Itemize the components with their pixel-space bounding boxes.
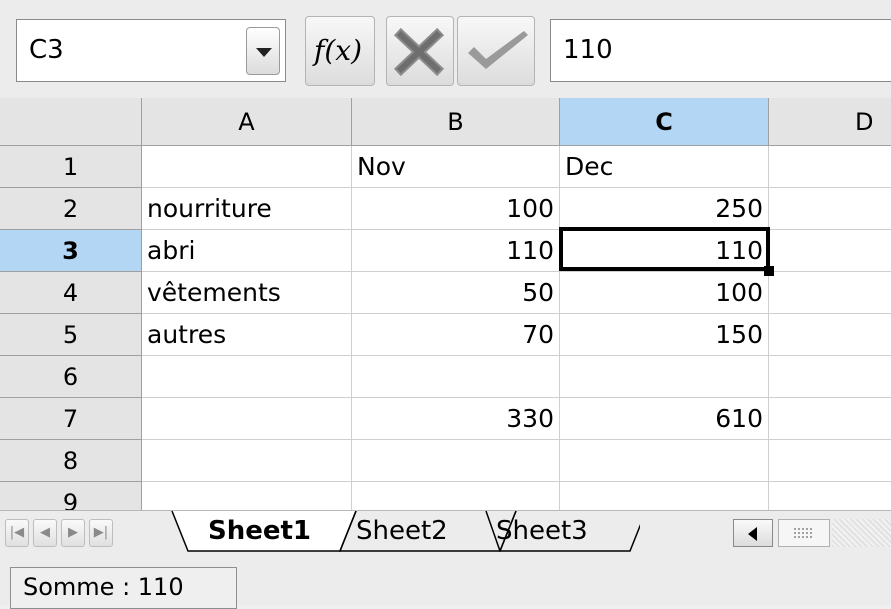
name-box[interactable]: C3 [16, 19, 286, 82]
sheet-tab-2[interactable]: Sheet2 [356, 513, 448, 551]
cell-b2[interactable]: 100 [352, 188, 560, 230]
row-header-4[interactable]: 4 [0, 272, 142, 314]
function-wizard-button[interactable]: f(x) [305, 16, 375, 86]
close-icon [393, 27, 445, 77]
check-icon [468, 31, 528, 69]
row-header-9[interactable]: 9 [0, 482, 142, 510]
column-header-a[interactable]: A [142, 98, 352, 146]
status-bar: Somme : 110 [0, 555, 891, 609]
cell-d5[interactable] [769, 314, 891, 356]
cell-a5[interactable]: autres [142, 314, 352, 356]
formula-toolbar: C3 f(x) 110 [0, 0, 891, 98]
formula-input[interactable]: 110 [550, 19, 891, 82]
sheet-tabs: Sheet1 Sheet2 Sheet3 [170, 511, 640, 556]
cell-d1[interactable] [769, 146, 891, 188]
column-header-b[interactable]: B [352, 98, 560, 146]
previous-sheet-icon: ◀ [40, 525, 50, 540]
next-sheet-button[interactable]: ▶ [61, 519, 85, 547]
row-header-1[interactable]: 1 [0, 146, 142, 188]
cell-c7[interactable]: 610 [560, 398, 769, 440]
cell-b4[interactable]: 50 [352, 272, 560, 314]
sheet-tab-bar: |◀ ◀ ▶ ▶| Sheet1 Sheet2 Sheet3 [0, 510, 891, 555]
cell-b5[interactable]: 70 [352, 314, 560, 356]
row-header-2[interactable]: 2 [0, 188, 142, 230]
cell-d6[interactable] [769, 356, 891, 398]
chevron-down-icon [256, 48, 272, 57]
cell-c9[interactable] [560, 482, 769, 510]
horizontal-scroll-thumb[interactable] [778, 519, 830, 547]
scroll-left-button[interactable] [733, 519, 773, 547]
next-sheet-icon: ▶ [68, 525, 78, 540]
cell-b3[interactable]: 110 [352, 230, 560, 272]
last-sheet-button[interactable]: ▶| [89, 519, 113, 547]
cell-a7[interactable] [142, 398, 352, 440]
cell-d2[interactable] [769, 188, 891, 230]
cell-d4[interactable] [769, 272, 891, 314]
cell-c5[interactable]: 150 [560, 314, 769, 356]
cell-b8[interactable] [352, 440, 560, 482]
horizontal-scroll-track[interactable] [832, 519, 891, 547]
previous-sheet-button[interactable]: ◀ [33, 519, 57, 547]
last-sheet-icon: ▶| [93, 525, 109, 540]
cell-c3[interactable]: 110 [560, 230, 769, 272]
cell-a2[interactable]: nourriture [142, 188, 352, 230]
cell-b6[interactable] [352, 356, 560, 398]
function-icon: f(x) [314, 34, 363, 67]
cell-b9[interactable] [352, 482, 560, 510]
row-header-5[interactable]: 5 [0, 314, 142, 356]
cell-c6[interactable] [560, 356, 769, 398]
fill-handle[interactable] [764, 266, 774, 276]
first-sheet-button[interactable]: |◀ [5, 519, 29, 547]
cell-d9[interactable] [769, 482, 891, 510]
cell-a9[interactable] [142, 482, 352, 510]
formula-input-value: 110 [563, 35, 613, 65]
grip-icon [793, 527, 813, 539]
cell-a4[interactable]: vêtements [142, 272, 352, 314]
cell-c8[interactable] [560, 440, 769, 482]
select-all-corner[interactable] [0, 98, 142, 146]
cell-b1[interactable]: Nov [352, 146, 560, 188]
cancel-button[interactable] [386, 16, 454, 86]
cell-a6[interactable] [142, 356, 352, 398]
name-box-value: C3 [29, 35, 64, 65]
column-header-d[interactable]: D [769, 98, 891, 146]
sheet-tab-3[interactable]: Sheet3 [496, 513, 588, 551]
spreadsheet-grid: A B C D 1 2 3 4 5 6 7 8 9 Nov Dec nourri… [0, 98, 891, 510]
cell-a8[interactable] [142, 440, 352, 482]
column-header-c[interactable]: C [560, 98, 769, 146]
cell-d8[interactable] [769, 440, 891, 482]
cell-c4[interactable]: 100 [560, 272, 769, 314]
sum-status-field[interactable]: Somme : 110 [10, 567, 237, 609]
row-header-3[interactable]: 3 [0, 230, 142, 272]
arrow-left-icon [748, 527, 757, 541]
sheet-tab-1[interactable]: Sheet1 [208, 513, 311, 551]
cell-a3[interactable]: abri [142, 230, 352, 272]
cell-b7[interactable]: 330 [352, 398, 560, 440]
name-box-dropdown-button[interactable] [246, 27, 280, 75]
cell-c2[interactable]: 250 [560, 188, 769, 230]
cell-a1[interactable] [142, 146, 352, 188]
cell-d3[interactable] [769, 230, 891, 272]
cell-c1[interactable]: Dec [560, 146, 769, 188]
accept-button[interactable] [457, 16, 535, 86]
row-header-6[interactable]: 6 [0, 356, 142, 398]
row-header-8[interactable]: 8 [0, 440, 142, 482]
row-header-7[interactable]: 7 [0, 398, 142, 440]
cell-d7[interactable] [769, 398, 891, 440]
first-sheet-icon: |◀ [9, 525, 25, 540]
